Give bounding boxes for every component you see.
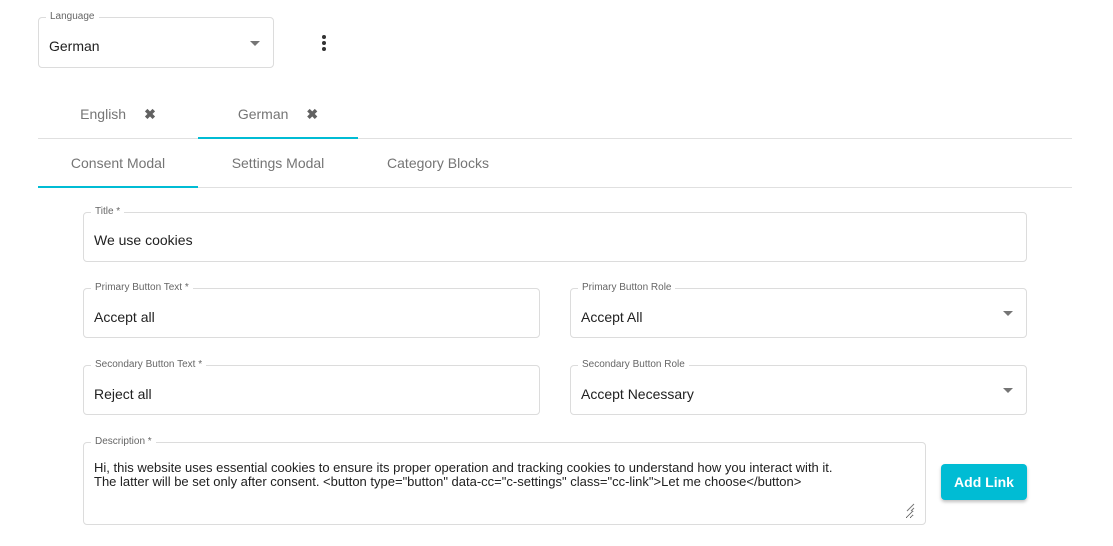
title-label: Title *	[91, 206, 125, 218]
tab-category-blocks[interactable]: Category Blocks	[358, 139, 518, 187]
section-tabs: Consent Modal Settings Modal Category Bl…	[38, 139, 1072, 188]
language-select-label: Language	[46, 11, 99, 23]
primary-button-role-label: Primary Button Role	[578, 282, 676, 294]
description-textarea[interactable]: Hi, this website uses essential cookies …	[94, 461, 914, 519]
primary-button-text-label: Primary Button Text *	[91, 282, 193, 294]
language-tabs: English ✖ German ✖	[38, 90, 1072, 139]
tab-language-german[interactable]: German ✖	[198, 90, 358, 139]
secondary-button-role-select[interactable]: Secondary Button Role Accept Necessary	[570, 359, 1027, 415]
resize-handle-icon[interactable]	[906, 503, 915, 512]
title-field[interactable]: Title * We use cookies	[83, 206, 1027, 262]
tab-label: Settings Modal	[231, 155, 325, 171]
chevron-down-icon	[250, 41, 260, 46]
tab-label: German	[237, 106, 289, 122]
chevron-down-icon	[1003, 311, 1013, 316]
chevron-down-icon	[1003, 388, 1013, 393]
description-field[interactable]: Description * Hi, this website uses esse…	[83, 436, 926, 525]
secondary-button-text-label: Secondary Button Text *	[91, 359, 207, 371]
description-label: Description *	[91, 436, 156, 448]
language-select-value: German	[49, 38, 100, 54]
secondary-button-text-field[interactable]: Secondary Button Text * Reject all	[83, 359, 540, 415]
secondary-button-text-input[interactable]: Reject all	[94, 386, 152, 402]
tab-label: Category Blocks	[387, 155, 489, 171]
primary-button-text-input[interactable]: Accept all	[94, 309, 155, 325]
tab-label: English	[80, 106, 127, 122]
primary-button-role-value: Accept All	[581, 309, 643, 325]
secondary-button-role-value: Accept Necessary	[581, 386, 694, 402]
tab-settings-modal[interactable]: Settings Modal	[198, 139, 358, 187]
secondary-button-role-label: Secondary Button Role	[578, 359, 689, 371]
add-link-button[interactable]: Add Link	[941, 464, 1027, 500]
primary-button-role-select[interactable]: Primary Button Role Accept All	[570, 282, 1027, 338]
primary-button-text-field[interactable]: Primary Button Text * Accept all	[83, 282, 540, 338]
tab-consent-modal[interactable]: Consent Modal	[38, 139, 198, 188]
close-icon[interactable]: ✖	[306, 106, 318, 123]
title-input[interactable]: We use cookies	[94, 232, 193, 248]
tab-label: Consent Modal	[70, 155, 166, 171]
close-icon[interactable]: ✖	[144, 106, 156, 123]
more-vert-icon[interactable]	[318, 35, 330, 55]
language-select[interactable]: Language German	[38, 11, 274, 68]
tab-language-english[interactable]: English ✖	[38, 90, 198, 138]
